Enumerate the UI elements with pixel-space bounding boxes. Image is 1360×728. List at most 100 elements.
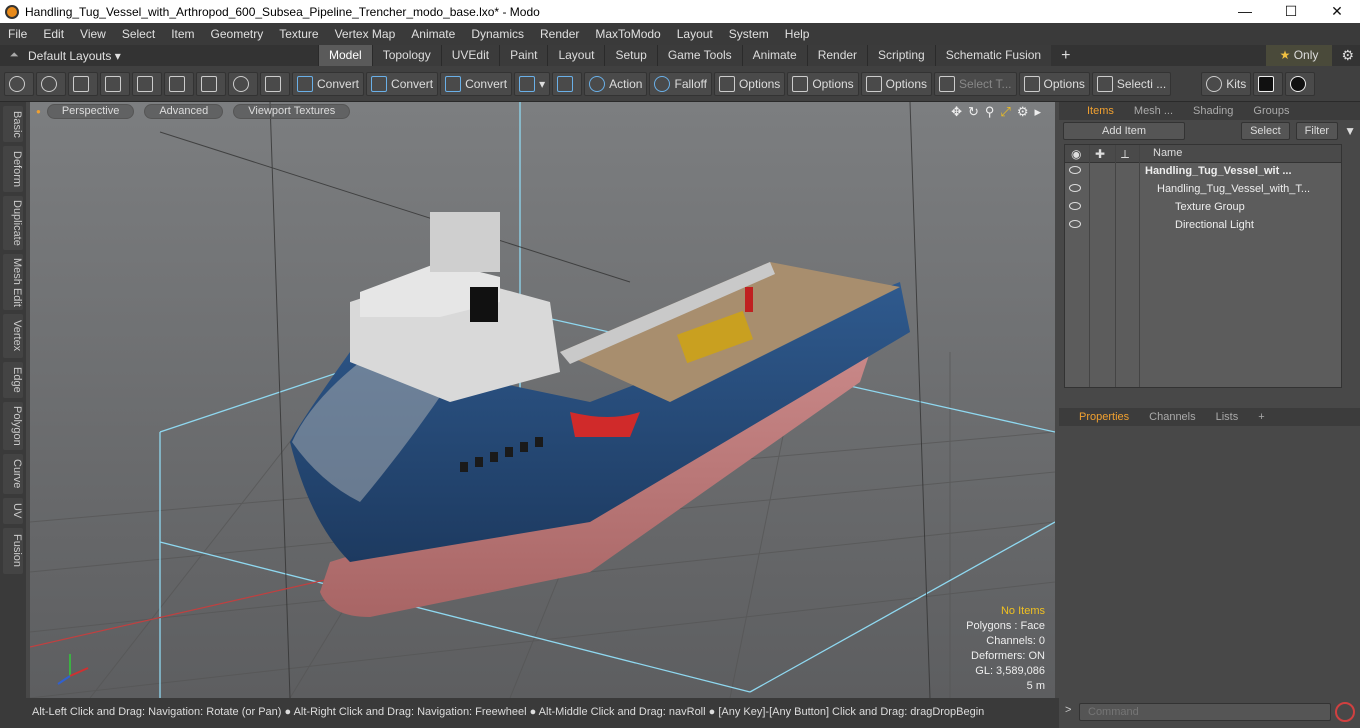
tab-groups[interactable]: Groups xyxy=(1243,105,1299,117)
tab-lists[interactable]: Lists xyxy=(1206,411,1249,423)
add-properties-tab-button[interactable]: + xyxy=(1248,411,1274,423)
tab-layout[interactable]: Layout xyxy=(547,45,605,66)
name-column-header[interactable]: Name xyxy=(1153,147,1182,159)
materials-button[interactable] xyxy=(132,71,162,96)
add-tab-button[interactable]: + xyxy=(1051,45,1080,66)
command-input[interactable] xyxy=(1079,703,1331,721)
menu-render[interactable]: Render xyxy=(532,27,587,41)
filter-button[interactable]: Filter xyxy=(1295,122,1339,140)
menu-dynamics[interactable]: Dynamics xyxy=(463,27,532,41)
options-button-2[interactable]: Options xyxy=(787,71,859,96)
tab-game-tools[interactable]: Game Tools xyxy=(656,45,742,66)
menu-animate[interactable]: Animate xyxy=(403,27,463,41)
vtab-mesh-edit[interactable]: Mesh Edit xyxy=(3,254,23,310)
select-button[interactable]: Select xyxy=(1241,122,1290,140)
vtab-basic[interactable]: Basic xyxy=(3,106,23,142)
action-center-button[interactable]: Action xyxy=(584,71,648,96)
options-button-3[interactable]: Options xyxy=(860,71,933,96)
menu-system[interactable]: System xyxy=(721,27,777,41)
vtab-deform[interactable]: Deform xyxy=(3,146,23,192)
mesh-dropdown-button[interactable]: ▾ xyxy=(514,71,551,96)
vtab-edge[interactable]: Edge xyxy=(3,362,23,398)
tab-model[interactable]: Model xyxy=(318,45,372,66)
rotate-icon[interactable]: ↻ xyxy=(968,104,979,120)
kits-button[interactable]: Kits xyxy=(1201,71,1252,96)
viewport-textures-button[interactable]: Viewport Textures xyxy=(233,103,351,119)
vtab-fusion[interactable]: Fusion xyxy=(3,528,23,574)
menu-vertex-map[interactable]: Vertex Map xyxy=(327,27,404,41)
menu-view[interactable]: View xyxy=(72,27,114,41)
minimize-button[interactable]: — xyxy=(1222,0,1268,23)
visibility-eye-icon[interactable] xyxy=(1069,166,1081,174)
3d-viewport[interactable]: ● Perspective Advanced Viewport Textures… xyxy=(30,102,1055,698)
menu-layout[interactable]: Layout xyxy=(669,27,721,41)
item-row-scene[interactable]: Handling_Tug_Vessel_wit ... xyxy=(1065,163,1341,181)
tab-setup[interactable]: Setup xyxy=(604,45,657,66)
select-polygons-button[interactable] xyxy=(68,71,98,96)
menu-file[interactable]: File xyxy=(0,27,35,41)
visibility-eye-icon[interactable] xyxy=(1069,184,1081,192)
selection-sets-button[interactable]: Selecti ... xyxy=(1091,71,1172,96)
perspective-button[interactable]: Perspective xyxy=(46,103,135,119)
menu-help[interactable]: Help xyxy=(777,27,818,41)
menu-edit[interactable]: Edit xyxy=(35,27,72,41)
default-layouts-dropdown[interactable]: Default Layouts ▾ xyxy=(28,49,318,63)
vtab-polygon[interactable]: Polygon xyxy=(3,402,23,450)
visibility-eye-icon[interactable] xyxy=(1069,202,1081,210)
menu-item[interactable]: Item xyxy=(163,27,202,41)
command-history-icon[interactable]: > xyxy=(1065,704,1071,716)
menu-maxtomodo[interactable]: MaxToModo xyxy=(587,27,668,41)
symmetry-button[interactable] xyxy=(552,71,583,96)
tab-scripting[interactable]: Scripting xyxy=(867,45,935,66)
pan-icon[interactable]: ✥ xyxy=(951,104,962,120)
tab-schematic-fusion[interactable]: Schematic Fusion xyxy=(934,45,1052,66)
command-record-button[interactable] xyxy=(1335,702,1355,722)
tab-uvedit[interactable]: UVEdit xyxy=(440,45,500,66)
vtab-duplicate[interactable]: Duplicate xyxy=(3,196,23,250)
add-item-dropdown[interactable]: Add Item xyxy=(1063,122,1185,140)
pivot-button[interactable] xyxy=(164,71,194,96)
convert-button-1[interactable]: Convert xyxy=(292,71,365,96)
options-button-1[interactable]: Options xyxy=(713,71,786,96)
tab-mesh[interactable]: Mesh ... xyxy=(1124,105,1183,117)
viewport-settings-icon[interactable]: ⚙ xyxy=(1017,104,1029,120)
tab-items[interactable]: Items xyxy=(1077,105,1124,117)
viewport-expand-icon[interactable]: ▸ xyxy=(1034,104,1041,120)
vtab-vertex[interactable]: Vertex xyxy=(3,314,23,358)
edges-button[interactable] xyxy=(196,71,226,96)
select-vertices-button[interactable] xyxy=(4,71,34,96)
vtab-curve[interactable]: Curve xyxy=(3,454,23,494)
select-items-button[interactable] xyxy=(100,71,130,96)
falloff-button[interactable]: Falloff xyxy=(649,71,712,96)
advanced-button[interactable]: Advanced xyxy=(144,103,224,119)
zoom-icon[interactable]: ⚲ xyxy=(985,104,995,120)
viewport-menu-dot-icon[interactable]: ● xyxy=(36,107,41,116)
menu-geometry[interactable]: Geometry xyxy=(203,27,272,41)
menu-select[interactable]: Select xyxy=(114,27,163,41)
select-edges-button[interactable] xyxy=(36,71,66,96)
ring-button[interactable] xyxy=(228,71,258,96)
cube-button[interactable] xyxy=(260,71,290,96)
select-through-button[interactable]: Select T... xyxy=(934,71,1017,96)
options-button-4[interactable]: Options xyxy=(1018,71,1090,96)
close-button[interactable]: ✕ xyxy=(1314,0,1360,23)
tab-properties[interactable]: Properties xyxy=(1069,411,1139,423)
tab-paint[interactable]: Paint xyxy=(499,45,548,66)
only-toggle[interactable]: ★ Only xyxy=(1266,45,1332,66)
convert-button-2[interactable]: Convert xyxy=(366,71,439,96)
item-row-mesh[interactable]: Handling_Tug_Vessel_with_T... xyxy=(1065,181,1341,199)
tab-render[interactable]: Render xyxy=(806,45,868,66)
tab-animate[interactable]: Animate xyxy=(741,45,807,66)
filter-funnel-icon[interactable]: ▼ xyxy=(1344,124,1356,138)
tab-shading[interactable]: Shading xyxy=(1183,105,1243,117)
item-row-directional-light[interactable]: Directional Light xyxy=(1065,217,1341,235)
maximize-button[interactable]: ☐ xyxy=(1268,0,1314,23)
tab-topology[interactable]: Topology xyxy=(371,45,441,66)
fit-icon[interactable]: ⤢ xyxy=(1000,104,1010,120)
menu-texture[interactable]: Texture xyxy=(271,27,326,41)
modo-logo-button[interactable] xyxy=(1253,71,1284,96)
item-row-texture-group[interactable]: Texture Group xyxy=(1065,199,1341,217)
gear-icon[interactable]: ⚙ xyxy=(1341,47,1354,64)
layout-collapse-icon[interactable]: ⏶ xyxy=(0,49,28,62)
visibility-eye-icon[interactable] xyxy=(1069,220,1081,228)
